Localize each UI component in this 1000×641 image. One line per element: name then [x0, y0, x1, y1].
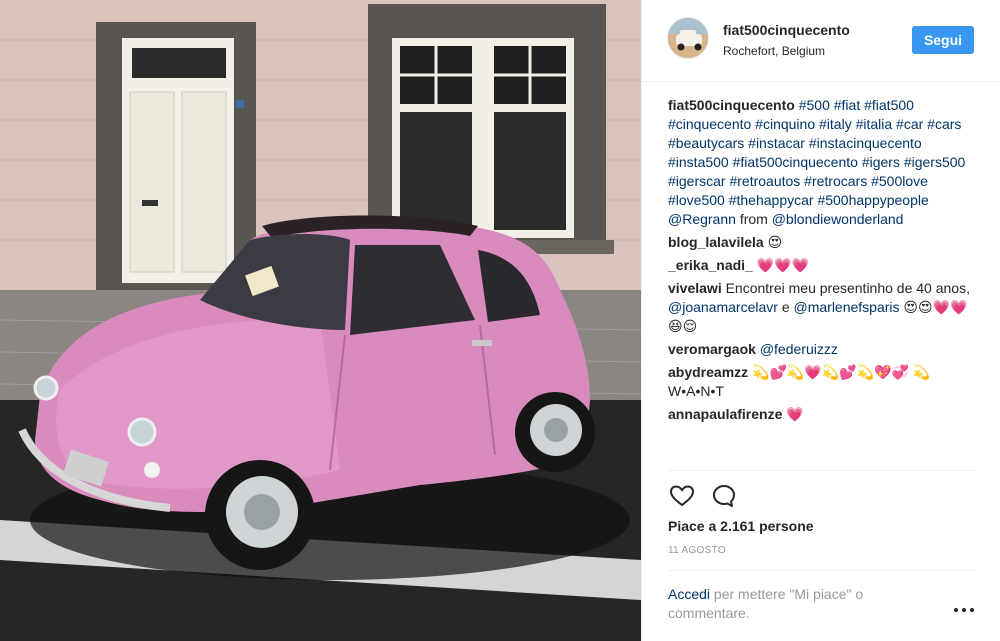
- more-options-icon[interactable]: [953, 600, 975, 620]
- post-header: fiat500cinquecento Rochefort, Belgium Se…: [642, 0, 1000, 82]
- post-location[interactable]: Rochefort, Belgium: [723, 44, 825, 58]
- car-avatar-icon[interactable]: [667, 17, 709, 59]
- comments-list[interactable]: fiat500cinquecento #500 #fiat #fiat500 #…: [668, 96, 976, 470]
- list-item: veromargaok @federuizzz: [668, 340, 976, 359]
- comment-user[interactable]: abydreamzz: [668, 364, 748, 380]
- comment-icon[interactable]: [710, 482, 738, 510]
- list-item: annapaulafirenze 💗: [668, 405, 976, 424]
- comment-user[interactable]: blog_lalavilela: [668, 234, 764, 250]
- comment-text: 💗💗💗: [756, 257, 810, 273]
- comment-user[interactable]: _erika_nadi_: [668, 257, 753, 273]
- caption-hashtags[interactable]: #500 #fiat #fiat500 #cinquecento #cinqui…: [668, 97, 965, 208]
- caption-from: from: [739, 211, 768, 227]
- post-photo[interactable]: [0, 0, 641, 641]
- divider: [668, 470, 976, 471]
- list-item: abydreamzz 💫💕💫💗💫💕💫💖💞 💫 W•A•N•T: [668, 363, 976, 401]
- comment-joiner: e: [781, 299, 790, 315]
- post-username[interactable]: fiat500cinquecento: [723, 22, 850, 38]
- comment-mention[interactable]: @joanamarcelavr: [668, 299, 778, 315]
- divider: [668, 570, 976, 571]
- login-link[interactable]: Accedi: [668, 586, 710, 602]
- caption-user[interactable]: fiat500cinquecento: [668, 97, 795, 113]
- post-date[interactable]: 11 AGOSTO: [668, 545, 726, 556]
- comment-mention[interactable]: @federuizzz: [760, 341, 838, 357]
- comment-user[interactable]: annapaulafirenze: [668, 406, 782, 422]
- comment-user[interactable]: veromargaok: [668, 341, 756, 357]
- comment-text: 💗: [786, 406, 804, 422]
- follow-button[interactable]: Segui: [912, 26, 974, 54]
- comment-user[interactable]: vivelawi: [668, 280, 722, 296]
- likes-count[interactable]: Piace a 2.161 persone: [668, 518, 814, 534]
- comment-text: 😍: [767, 234, 783, 250]
- pink-fiat-photo: [0, 0, 641, 641]
- comment-text: Encontrei meu presentinho de 40 anos,: [725, 280, 970, 296]
- list-item: blog_lalavilela 😍: [668, 233, 976, 252]
- heart-icon[interactable]: [668, 482, 696, 510]
- caption-mention[interactable]: @Regrann: [668, 211, 736, 227]
- caption: fiat500cinquecento #500 #fiat #fiat500 #…: [668, 96, 976, 229]
- post-side-panel: fiat500cinquecento Rochefort, Belgium Se…: [641, 0, 1000, 641]
- comment-mention-2[interactable]: @marlenefsparis: [794, 299, 900, 315]
- list-item: _erika_nadi_ 💗💗💗: [668, 256, 976, 275]
- login-prompt: Accedi per mettere "Mi piace" o commenta…: [668, 585, 928, 623]
- caption-mention-2[interactable]: @blondiewonderland: [772, 211, 904, 227]
- list-item: vivelawi Encontrei meu presentinho de 40…: [668, 279, 976, 336]
